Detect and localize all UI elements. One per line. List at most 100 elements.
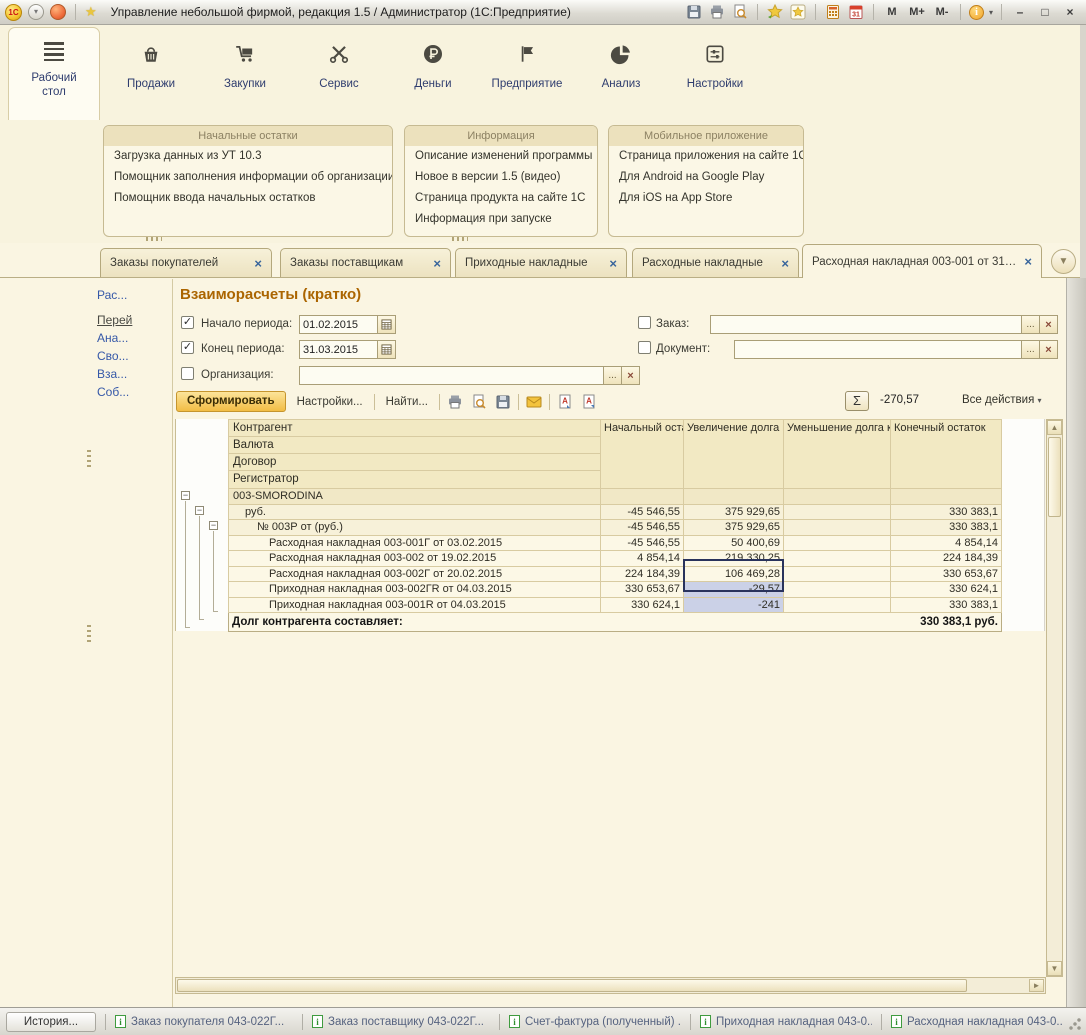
window-vertical-scrollbar[interactable] [1066, 278, 1086, 1007]
header-registrar[interactable]: Регистратор [229, 471, 600, 488]
header-opening-balance[interactable]: Начальный остаток [601, 420, 684, 489]
selected-cell[interactable]: -29,57 [684, 582, 784, 598]
section-desktop[interactable]: Рабочий стол [8, 27, 100, 120]
section-analysis[interactable]: Анализ [574, 27, 668, 120]
calendar-picker-icon[interactable] [378, 315, 396, 334]
tab-outgoing-invoice-003-001[interactable]: Расходная накладная 003-001 от 31.01....… [802, 244, 1042, 278]
link-item[interactable]: Загрузка данных из УТ 10.3 [104, 146, 392, 167]
header-contragent-group[interactable]: Контрагент Валюта Договор Регистратор [229, 420, 601, 489]
close-tab-icon[interactable]: × [433, 256, 441, 271]
favorites-star-icon[interactable]: ★ [85, 4, 97, 20]
sidebar-splitter[interactable] [172, 279, 173, 1007]
collapse-group-icon[interactable]: − [195, 506, 204, 515]
history-button[interactable]: История... [6, 1012, 96, 1032]
select-ellipsis-icon[interactable]: ... [604, 366, 622, 385]
sidebar-item-vza[interactable]: Вза... [97, 367, 127, 381]
task-incoming-invoice[interactable]: i Приходная накладная 043-0... [700, 1015, 872, 1028]
orange-circle-icon[interactable] [50, 4, 66, 20]
sum-button[interactable]: Σ [845, 391, 869, 411]
section-enterprise[interactable]: Предприятие [480, 27, 574, 120]
maximize-button[interactable]: □ [1035, 5, 1055, 19]
task-received-invoice[interactable]: i Счет-фактура (полученный) ... [509, 1015, 681, 1028]
link-item[interactable]: Для iOS на App Store [609, 188, 803, 209]
memory-recall-button[interactable]: M [882, 6, 902, 18]
scrollbar-thumb[interactable] [177, 979, 967, 992]
tab-outgoing-invoices[interactable]: Расходные накладные× [632, 248, 799, 278]
splitter-grip[interactable] [452, 237, 468, 241]
save-icon[interactable] [685, 3, 703, 21]
settings-button[interactable]: Настройки... [292, 396, 368, 408]
sidebar-item-ras[interactable]: Рас... [97, 288, 127, 302]
sidebar-item-ana[interactable]: Ана... [97, 331, 128, 345]
print-icon[interactable] [708, 3, 726, 21]
tab-customer-orders[interactable]: Заказы покупателей× [100, 248, 272, 278]
info-icon[interactable]: i [969, 5, 984, 20]
splitter-grip[interactable] [87, 625, 91, 643]
order-checkbox[interactable] [638, 316, 651, 329]
find-button[interactable]: Найти... [381, 396, 433, 408]
memory-minus-button[interactable]: M- [932, 6, 952, 18]
header-debt-increase[interactable]: Увеличение долга контрагента [684, 420, 784, 489]
period-start-checkbox[interactable]: ✓ [181, 316, 194, 329]
link-item[interactable]: Помощник заполнения информации об органи… [104, 167, 392, 188]
generate-button[interactable]: Сформировать [176, 391, 286, 412]
header-currency[interactable]: Валюта [229, 437, 600, 454]
clear-field-icon[interactable]: × [622, 366, 640, 385]
calendar-icon[interactable]: 31 [847, 3, 865, 21]
header-closing-balance[interactable]: Конечный остаток [891, 420, 1002, 489]
header-debt-decrease[interactable]: Уменьшение долга контрагента [784, 420, 891, 489]
table-vertical-scrollbar[interactable]: ▲ ▼ [1046, 419, 1063, 977]
link-item[interactable]: Помощник ввода начальных остатков [104, 188, 392, 209]
header-contract[interactable]: Договор [229, 454, 600, 471]
collapse-group-icon[interactable]: − [209, 521, 218, 530]
close-tab-icon[interactable]: × [1024, 254, 1032, 269]
sidebar-item-perey[interactable]: Перей [97, 313, 132, 327]
calculator-icon[interactable] [824, 3, 842, 21]
collapse-group-icon[interactable]: − [181, 491, 190, 500]
sidebar-item-sob[interactable]: Соб... [97, 385, 129, 399]
section-sales[interactable]: Продажи [104, 27, 198, 120]
link-item[interactable]: Страница продукта на сайте 1С [405, 188, 597, 209]
splitter-grip[interactable] [87, 450, 91, 468]
link-item[interactable]: Для Android на Google Play [609, 167, 803, 188]
link-item[interactable]: Страница приложения на сайте 1С [609, 146, 803, 167]
select-ellipsis-icon[interactable]: ... [1022, 315, 1040, 334]
close-tab-icon[interactable]: × [254, 256, 262, 271]
period-start-input[interactable] [299, 315, 378, 334]
section-money[interactable]: Деньги [386, 27, 480, 120]
save-icon[interactable] [494, 393, 512, 410]
task-outgoing-invoice[interactable]: i Расходная накладная 043-0... [891, 1015, 1063, 1028]
resize-grip-icon[interactable] [1068, 1017, 1082, 1031]
document-checkbox[interactable] [638, 341, 651, 354]
tab-list-dropdown-icon[interactable]: ▼ [1051, 249, 1076, 274]
tab-incoming-invoices[interactable]: Приходные накладные× [455, 248, 627, 278]
minimize-button[interactable]: – [1010, 5, 1030, 19]
print-icon[interactable] [446, 393, 464, 410]
organization-checkbox[interactable] [181, 367, 194, 380]
info-dropdown-icon[interactable]: ▾ [989, 8, 993, 17]
calendar-picker-icon[interactable] [378, 340, 396, 359]
section-settings[interactable]: Настройки [668, 27, 762, 120]
splitter-grip[interactable] [146, 237, 162, 241]
order-input[interactable] [710, 315, 1022, 334]
select-ellipsis-icon[interactable]: ... [1022, 340, 1040, 359]
scroll-down-icon[interactable]: ▼ [1047, 961, 1062, 976]
memory-plus-button[interactable]: M+ [907, 6, 927, 18]
1c-logo-icon[interactable]: 1С [5, 4, 22, 21]
selected-cell[interactable]: -241 [684, 597, 784, 613]
print-preview-icon[interactable] [470, 393, 488, 410]
period-end-checkbox[interactable]: ✓ [181, 341, 194, 354]
section-purchases[interactable]: Закупки [198, 27, 292, 120]
close-button[interactable]: × [1060, 5, 1080, 19]
link-item[interactable]: Информация при запуске [405, 209, 597, 230]
task-supplier-order[interactable]: i Заказ поставщику 043-022Г... [312, 1015, 490, 1028]
all-actions-button[interactable]: Все действия ▾ [962, 394, 1042, 406]
link-item[interactable]: Описание изменений программы [405, 146, 597, 167]
scrollbar-thumb[interactable] [1048, 437, 1061, 517]
tab-supplier-orders[interactable]: Заказы поставщикам× [280, 248, 451, 278]
sidebar-item-svo[interactable]: Сво... [97, 349, 129, 363]
scroll-up-icon[interactable]: ▲ [1047, 420, 1062, 435]
link-item[interactable]: Новое в версии 1.5 (видео) [405, 167, 597, 188]
email-icon[interactable] [525, 393, 543, 410]
organization-input[interactable] [299, 366, 604, 385]
